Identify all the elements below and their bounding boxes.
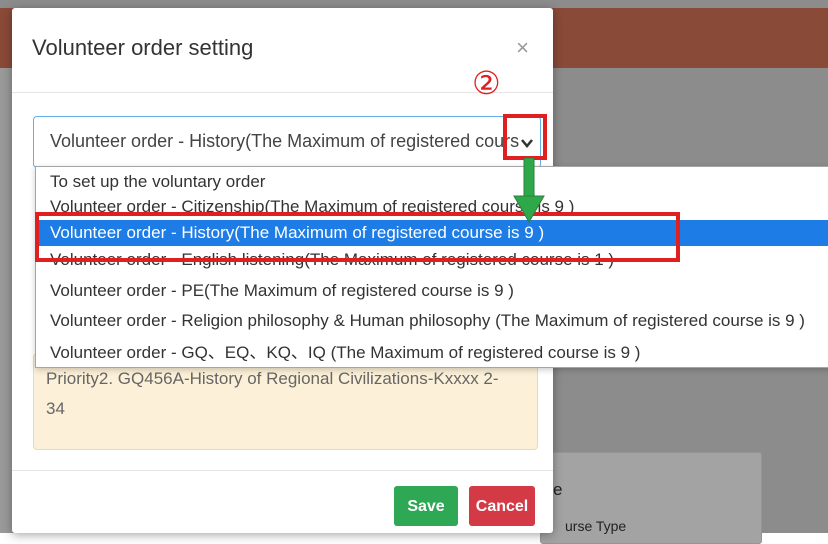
green-down-arrow-icon — [513, 157, 545, 224]
background-card-subtext: urse Type — [565, 518, 627, 534]
priority-text: Priority2. GQ456A-History of Regional Ci… — [46, 369, 499, 418]
cancel-button[interactable]: Cancel — [469, 486, 535, 526]
select-value: Volunteer order - History(The Maximum of… — [50, 131, 520, 151]
close-icon[interactable]: × — [516, 35, 529, 61]
dropdown-list: To set up the voluntary order Volunteer … — [35, 166, 828, 368]
modal-footer-divider — [12, 470, 553, 471]
background-card-text: e — [553, 480, 563, 499]
modal-title: Volunteer order setting — [32, 35, 254, 60]
highlight-box-dropdown-arrow — [503, 114, 547, 160]
background-left-strip — [0, 68, 12, 533]
step-number-label: ② — [472, 64, 501, 102]
dropdown-option[interactable]: Volunteer order - Religion philosophy & … — [36, 308, 828, 334]
dropdown-option[interactable]: Volunteer order - PE(The Maximum of regi… — [36, 278, 828, 304]
highlight-box-selected-option — [35, 212, 680, 262]
dropdown-option[interactable]: To set up the voluntary order — [36, 169, 828, 195]
dropdown-option[interactable]: Volunteer order - GQ、EQ、KQ、IQ (The Maxim… — [36, 340, 828, 366]
save-button[interactable]: Save — [394, 486, 458, 526]
volunteer-order-select[interactable]: Volunteer order - History(The Maximum of… — [33, 116, 541, 168]
